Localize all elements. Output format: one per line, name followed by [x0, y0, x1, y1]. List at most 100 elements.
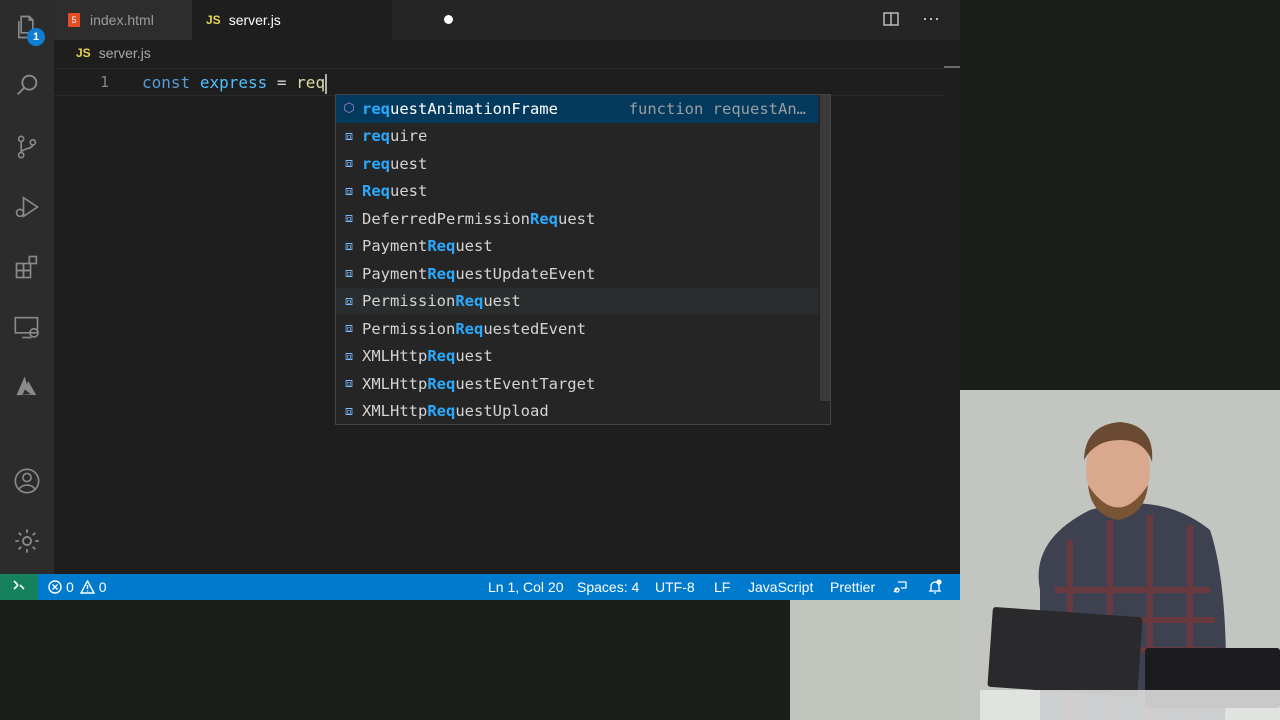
suggestion-detail: function requestAn…: [628, 99, 806, 118]
remote-explorer-icon[interactable]: [12, 312, 42, 342]
suggestion-text: uest: [557, 209, 596, 228]
suggestion-text: uest: [483, 292, 521, 311]
presenter-image: [960, 390, 1280, 720]
suggestion-text: uestEventTarget: [455, 374, 596, 393]
suggestion-item[interactable]: ⧈ Req uest: [336, 178, 818, 206]
warning-count: 0: [98, 579, 107, 595]
run-debug-icon[interactable]: [12, 192, 42, 222]
keyword-token: const: [142, 73, 191, 92]
azure-icon[interactable]: [12, 372, 42, 402]
suggestion-text: Payment: [362, 237, 428, 256]
warning-icon: [79, 580, 95, 594]
variable-icon: ⧈: [344, 321, 354, 337]
split-editor-icon[interactable]: [882, 10, 900, 33]
suggestion-match: req: [362, 127, 390, 146]
more-actions-icon[interactable]: ⋯: [922, 10, 940, 33]
suggestion-item[interactable]: ⧈ XMLHttp Req uest: [336, 343, 818, 371]
suggestion-text: uest: [390, 154, 428, 173]
remote-icon: [13, 580, 25, 590]
activity-bar: 1: [0, 0, 54, 574]
js-icon: JS: [206, 13, 221, 27]
code-text[interactable]: const express = req: [142, 73, 328, 94]
suggestion-text: uestUpload: [455, 402, 549, 421]
breadcrumb-file[interactable]: server.js: [99, 45, 151, 61]
suggestion-text: DeferredPermission: [362, 209, 530, 228]
suggestion-item[interactable]: ⧈ DeferredPermission Req uest: [336, 205, 818, 233]
suggestion-item[interactable]: ⧈ XMLHttp Req uestUpload: [336, 398, 818, 426]
suggestion-item[interactable]: ⧈ Permission Req uestedEvent: [336, 315, 818, 343]
cube-icon: ⬡: [343, 101, 355, 117]
suggestion-text: uest: [455, 347, 493, 366]
tab-label: server.js: [228, 12, 281, 28]
notifications-bell-icon[interactable]: [927, 574, 943, 600]
account-icon[interactable]: [12, 466, 42, 496]
suggestion-text: Payment: [362, 264, 428, 283]
tab-label: index.html: [90, 12, 154, 28]
suggestion-text: uestAnimationFrame: [390, 99, 558, 118]
settings-gear-icon[interactable]: [12, 526, 42, 556]
search-icon[interactable]: [12, 70, 42, 100]
tab-server-js[interactable]: JS server.js: [192, 0, 453, 40]
suggestion-match: Req: [427, 347, 456, 366]
suggestion-text: Permission: [362, 319, 456, 338]
suggestion-item[interactable]: ⧈ req uest: [336, 150, 818, 178]
problems-indicator[interactable]: 0 0: [48, 574, 107, 600]
suggestion-item[interactable]: ⧈ Permission Req uest: [336, 287, 818, 315]
language-mode[interactable]: JavaScript: [748, 574, 813, 600]
operator-token: =: [276, 73, 287, 92]
suggestion-match: req: [362, 154, 390, 173]
suggestion-match: Req: [455, 292, 484, 311]
tab-index-html[interactable]: 5 index.html: [54, 0, 192, 40]
background-wall: [790, 600, 960, 720]
suggestion-item[interactable]: ⧈ XMLHttp Req uestEventTarget: [336, 370, 818, 398]
typed-token: req: [296, 73, 326, 92]
suggestion-text: Permission: [362, 292, 456, 311]
suggestion-text: uestedEvent: [483, 319, 586, 338]
suggestion-match: Req: [427, 374, 456, 393]
suggestion-match: Req: [427, 264, 456, 283]
suggestion-text: XMLHttp: [362, 374, 428, 393]
variable-icon: ⧈: [344, 376, 354, 392]
suggestion-match: Req: [427, 402, 456, 421]
variable-icon: ⧈: [344, 211, 354, 227]
variable-icon: ⧈: [344, 403, 354, 419]
explorer-badge: 1: [27, 28, 45, 46]
identifier-token: express: [199, 73, 268, 92]
vscode-window: 1 5 index.html JS server.js ⋯ JS server.…: [0, 0, 960, 600]
suggestion-match: Req: [427, 237, 456, 256]
feedback-icon[interactable]: [892, 574, 908, 600]
suggestion-text: uest: [455, 237, 493, 256]
html5-icon: 5: [68, 13, 80, 27]
suggestion-scrollbar[interactable]: [820, 95, 830, 401]
suggestion-text: uest: [390, 182, 428, 201]
variable-icon: ⧈: [344, 238, 354, 254]
suggestion-text: XMLHttp: [362, 402, 428, 421]
variable-icon: ⧈: [344, 183, 354, 199]
remote-indicator[interactable]: [0, 574, 38, 600]
editor-actions: ⋯: [882, 10, 940, 33]
presenter-video: [960, 390, 1280, 720]
suggestion-widget[interactable]: ⬡ req uestAnimationFrame function requestAn…: [335, 94, 831, 425]
formatter[interactable]: Prettier: [830, 574, 875, 600]
end-of-line[interactable]: LF: [714, 574, 730, 600]
suggestion-match: Req: [455, 319, 484, 338]
suggestion-item[interactable]: ⬡ req uestAnimationFrame function requestAn…: [336, 95, 818, 123]
suggestion-text: uire: [390, 127, 428, 146]
suggestion-text: uestUpdateEvent: [455, 264, 596, 283]
suggestion-item[interactable]: ⧈ Payment Req uestUpdateEvent: [336, 260, 818, 288]
variable-icon: ⧈: [344, 128, 354, 144]
overview-ruler-mark: [944, 66, 960, 68]
suggestion-item[interactable]: ⧈ Payment Req uest: [336, 233, 818, 261]
js-icon: JS: [76, 46, 91, 60]
source-control-icon[interactable]: [12, 132, 42, 162]
suggestion-match: Req: [362, 182, 390, 201]
code-line[interactable]: 1 const express = req: [54, 68, 944, 96]
indentation[interactable]: Spaces: 4: [577, 574, 639, 600]
suggestion-match: req: [362, 99, 390, 118]
unsaved-dot-icon[interactable]: [444, 15, 453, 24]
variable-icon: ⧈: [344, 348, 354, 364]
encoding[interactable]: UTF-8: [655, 574, 695, 600]
cursor-position[interactable]: Ln 1, Col 20: [488, 574, 564, 600]
suggestion-item[interactable]: ⧈ req uire: [336, 123, 818, 151]
extensions-icon[interactable]: [12, 252, 42, 282]
